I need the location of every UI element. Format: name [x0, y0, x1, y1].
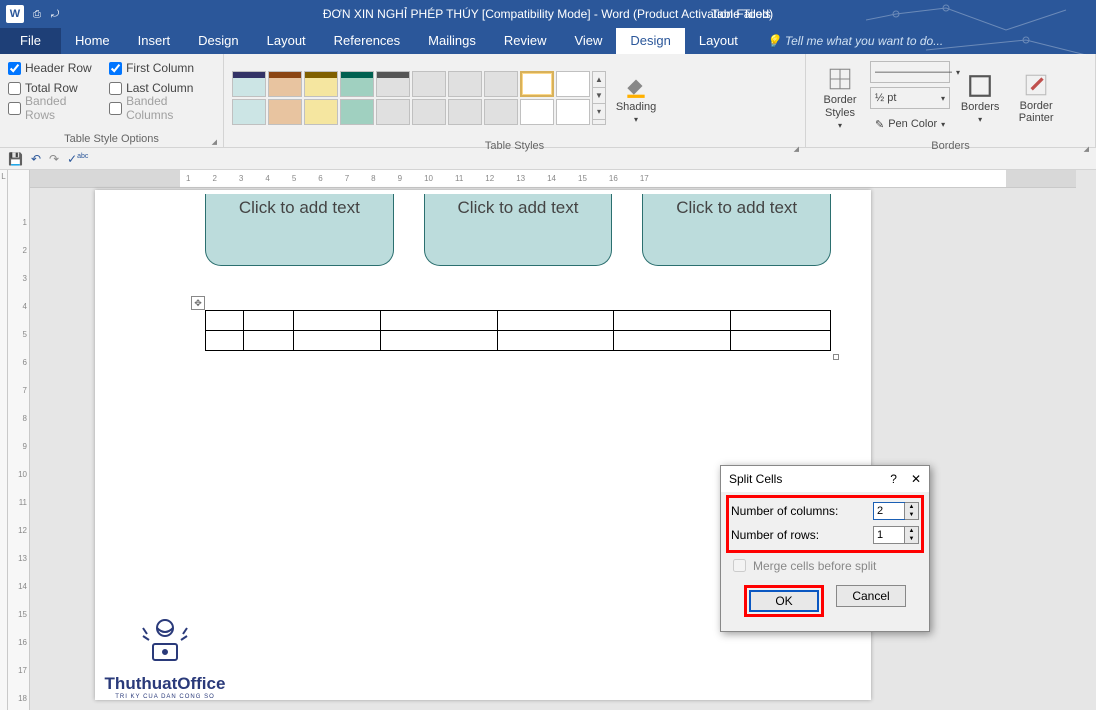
titlebar-placeholder-icons: ⎙ ⤾ — [30, 7, 62, 21]
highlight-inputs: Number of columns: ▲▼ Number of rows: ▲▼ — [726, 495, 924, 553]
check-banded-rows[interactable]: Banded Rows — [8, 98, 97, 118]
group-table-style-options: Header Row Total Row Banded Rows First C… — [0, 54, 224, 147]
num-rows-label: Number of rows: — [731, 528, 869, 542]
tab-tabletools-design[interactable]: Design — [616, 28, 684, 54]
spin-up-icon[interactable]: ▲ — [905, 527, 918, 535]
group-label-table-style-options: Table Style Options — [8, 131, 215, 145]
spin-down-icon[interactable]: ▼ — [905, 535, 918, 543]
lightbulb-icon: 💡 — [766, 34, 781, 48]
highlight-ok: OK — [744, 585, 824, 617]
tell-me-search[interactable]: 💡 Tell me what you want to do... — [752, 28, 957, 54]
check-banded-columns[interactable]: Banded Columns — [109, 98, 215, 118]
spin-up-icon[interactable]: ▲ — [905, 503, 918, 511]
help-icon[interactable]: ? — [890, 472, 897, 486]
watermark-logo: ThuthuatOffice TRI KY CUA DAN CONG SO — [85, 610, 245, 700]
split-cells-dialog: Split Cells ? ✕ Number of columns: ▲▼ — [720, 465, 930, 632]
tab-insert[interactable]: Insert — [124, 28, 185, 54]
spin-down-icon[interactable]: ▼ — [905, 511, 918, 519]
doodle-icon — [135, 610, 195, 670]
num-rows-spinner[interactable]: ▲▼ — [873, 526, 919, 544]
watermark-brand: ThuthuatOffice — [105, 674, 226, 694]
redo-icon[interactable]: ↷ — [49, 152, 59, 166]
word-icon: W — [6, 5, 24, 23]
table-style-selected[interactable] — [520, 71, 554, 97]
table-resize-handle[interactable] — [833, 354, 839, 360]
document-editor: L 12 34 56 78 910 1112 1314 1516 1718 12… — [0, 170, 1096, 710]
save-icon[interactable]: 💾 — [8, 152, 23, 166]
watermark-tagline: TRI KY CUA DAN CONG SO — [115, 694, 215, 700]
horizontal-ruler[interactable]: 12345678 91011121314151617 — [30, 170, 1076, 188]
num-columns-input[interactable] — [874, 503, 904, 519]
border-styles-button[interactable]: Border Styles▾ — [814, 58, 866, 138]
check-first-column[interactable]: First Column — [109, 58, 215, 78]
tab-tabletools-layout[interactable]: Layout — [685, 28, 752, 54]
shape-placeholder[interactable]: Click to add text — [642, 194, 831, 266]
ruler-corner: L — [0, 170, 8, 710]
group-table-styles: ▲▼▾ Shading▾ Table Styles — [224, 54, 806, 147]
ribbon-tabs: File Home Insert Design Layout Reference… — [0, 28, 1096, 54]
title-bar: W ⎙ ⤾ ĐƠN XIN NGHỈ PHÉP THÚY [Compatibil… — [0, 0, 1096, 28]
tab-view[interactable]: View — [560, 28, 616, 54]
title-qat-icon: ⤾ — [48, 7, 62, 21]
pen-icon: ✎ — [875, 118, 884, 131]
tab-references[interactable]: References — [320, 28, 414, 54]
spellcheck-icon[interactable]: ✓abc — [67, 152, 88, 166]
window-title: ĐƠN XIN NGHỈ PHÉP THÚY [Compatibility Mo… — [0, 7, 1096, 21]
tab-file[interactable]: File — [0, 28, 61, 54]
table-tools-contextual: Table Tools — [701, 7, 781, 21]
tab-design[interactable]: Design — [184, 28, 252, 54]
shape-placeholder[interactable]: Click to add text — [205, 194, 394, 266]
undo-icon[interactable]: ↶ — [31, 152, 41, 166]
tab-layout[interactable]: Layout — [253, 28, 320, 54]
tab-home[interactable]: Home — [61, 28, 124, 54]
table-style-gallery[interactable]: ▲▼▾ — [232, 71, 606, 125]
smartart-shapes: Click to add text Click to add text Clic… — [205, 194, 831, 266]
vertical-ruler[interactable]: 12 34 56 78 910 1112 1314 1516 1718 — [8, 170, 30, 710]
line-weight-select[interactable]: ½ pt▾ — [870, 87, 950, 109]
merge-before-split-check: Merge cells before split — [729, 556, 921, 575]
shape-placeholder[interactable]: Click to add text — [424, 194, 613, 266]
ok-button[interactable]: OK — [749, 590, 819, 612]
table-move-handle[interactable]: ✥ — [191, 296, 205, 310]
dialog-title: Split Cells — [729, 472, 782, 486]
num-columns-spinner[interactable]: ▲▼ — [873, 502, 919, 520]
tab-review[interactable]: Review — [490, 28, 561, 54]
ribbon-content: Header Row Total Row Banded Rows First C… — [0, 54, 1096, 148]
dialog-titlebar[interactable]: Split Cells ? ✕ — [721, 466, 929, 492]
shading-button[interactable]: Shading▾ — [610, 58, 662, 138]
group-label-borders: Borders — [814, 138, 1087, 152]
pen-color-button[interactable]: ✎Pen Color▾ — [870, 113, 950, 135]
tell-me-label: Tell me what you want to do... — [785, 34, 943, 48]
num-rows-input[interactable] — [874, 527, 904, 543]
title-qat-icon: ⎙ — [30, 7, 44, 21]
close-icon[interactable]: ✕ — [911, 472, 921, 486]
border-painter-button[interactable]: Border Painter — [1010, 58, 1062, 138]
borders-button[interactable]: Borders▾ — [954, 58, 1006, 138]
cancel-button[interactable]: Cancel — [836, 585, 906, 607]
line-style-select[interactable]: ———————▾ — [870, 61, 950, 83]
gallery-scroll[interactable]: ▲▼▾ — [592, 71, 606, 125]
group-label-table-styles: Table Styles — [232, 138, 797, 152]
tab-mailings[interactable]: Mailings — [414, 28, 490, 54]
num-columns-label: Number of columns: — [731, 504, 869, 518]
check-header-row[interactable]: Header Row — [8, 58, 97, 78]
group-borders: Border Styles▾ ———————▾ ½ pt▾ ✎Pen Color… — [806, 54, 1096, 147]
document-table[interactable] — [205, 310, 831, 351]
